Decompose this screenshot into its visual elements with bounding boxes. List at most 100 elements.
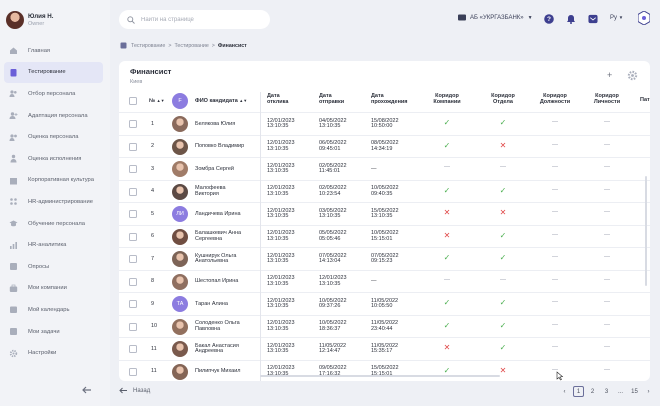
candidate-name[interactable]: Ландичева Ирина [195,211,257,218]
table-row[interactable]: 9 ТА Таран Алина 12/01/2023 13:10:35 10/05/2… [119,292,650,315]
row-checkbox[interactable] [129,255,137,263]
page-button[interactable]: 2 [587,386,598,397]
sidebar-item[interactable]: Настройки [4,342,103,364]
column-divider [260,92,261,381]
row-checkbox[interactable] [129,165,137,173]
date-sent: 12/01/2023 13:10:35 [319,275,347,287]
bell-icon[interactable] [566,14,576,24]
dash-icon: — [552,299,558,305]
candidate-name[interactable]: Белякова Юлия [195,121,257,128]
company-selector[interactable]: АБ «УКРГАЗБАНК» ▼ [458,14,533,21]
candidate-name[interactable]: Шестопал Ирина [195,278,257,285]
candidate-name[interactable]: Малофеева Виктория [195,185,257,198]
help-icon[interactable]: ? [544,14,554,24]
page-button[interactable]: 15 [629,386,640,397]
candidate-name[interactable]: Таран Алина [195,301,257,308]
row-checkbox[interactable] [129,120,137,128]
search-icon [127,15,135,24]
prev-page-icon[interactable]: ‹ [559,386,570,397]
page-title: Финансист [130,67,172,76]
breadcrumb-item[interactable]: Тестирование [174,43,208,49]
vertical-scrollbar[interactable] [645,176,647,286]
back-button[interactable]: Назад [119,387,150,394]
table-row[interactable]: 6 Балашкевич Анна Сергеевна 12/01/2023 13:… [119,224,650,248]
sidebar-item[interactable]: Главная [4,40,103,62]
sidebar-item-label: Мои компании [28,285,67,292]
candidate-name[interactable]: Балашкевич Анна Сергеевна [195,230,257,243]
table-row[interactable]: 2 Поповко Владимир 12/01/2023 13:10:35 06/0… [119,134,650,158]
row-checkbox[interactable] [129,367,137,376]
select-all-checkbox[interactable] [129,97,137,105]
candidate-name[interactable]: Поповко Владимир [195,143,257,150]
table-row[interactable]: 1 Белякова Юлия 12/01/2023 13:10:35 04/05/2… [119,112,650,135]
sidebar-item-label: Оценка персонала [28,134,79,141]
dash-icon: — [604,231,610,238]
sidebar-item[interactable]: Обучение персонала [4,213,103,235]
row-checkbox[interactable] [129,142,137,151]
row-checkbox[interactable] [129,345,137,353]
sidebar-item[interactable]: Мой календарь [4,299,103,321]
page-button[interactable]: 3 [601,386,612,397]
header-num[interactable]: № ▲▼ [149,98,165,105]
sidebar-item[interactable]: Мои задачи [4,321,103,343]
header-name[interactable]: ФИО кандидата ▲▼ [195,98,247,105]
sidebar-item[interactable]: Мои компании [4,278,103,300]
sidebar-item[interactable]: HR-администрирование [4,191,103,213]
header-extra[interactable]: Пат [640,97,650,104]
table-row[interactable]: 8 Шестопал Ирина 12/01/2023 13:10:35 12/01/… [119,269,650,293]
sidebar-item[interactable]: HR-аналитика [4,234,103,256]
collapse-sidebar-icon[interactable] [82,386,92,396]
row-checkbox[interactable] [129,232,137,241]
add-button[interactable]: + [607,70,612,80]
gear-icon[interactable] [627,70,638,81]
sidebar-item-label: Оценка исполнения [28,155,82,162]
sidebar-item[interactable]: Корпоративная культура [4,170,103,192]
sidebar-item[interactable]: Оценка исполнения [4,148,103,170]
candidate-name[interactable]: Кушнирук Ольга Анатольевна [195,253,257,266]
header-corridor-personality[interactable]: Коридор Личности [587,93,627,105]
sidebar-item[interactable]: Адаптация персонала [4,105,103,127]
row-number: 10 [151,323,158,329]
header-corridor-company[interactable]: Коридор Компании [427,93,467,105]
row-checkbox[interactable] [129,322,137,331]
table-row[interactable]: 10 Солоденко Ольга Павловна 12/01/2023 13:… [119,314,650,338]
table-row[interactable]: 3 Зомбра Сергей 12/01/2023 13:10:35 02/05/2… [119,157,650,180]
table-row[interactable]: 11 Бакал Анастасия Андреевна 12/01/2023 13… [119,337,650,360]
candidate-name[interactable]: Зомбра Сергей [195,166,257,173]
sidebar-item[interactable]: Тестирование [4,61,103,84]
mail-icon[interactable] [588,14,598,24]
candidate-name[interactable]: Бакал Анастасия Андреевна [195,343,257,356]
row-checkbox[interactable] [129,210,137,218]
language-selector[interactable]: Ру ▼ [610,15,623,21]
search-box[interactable] [119,10,270,29]
header-date-sent[interactable]: Дата отправки [319,93,344,105]
sidebar-item[interactable]: Отбор персонала [4,83,103,105]
check-icon: ✓ [443,118,451,127]
user-profile[interactable]: Юлия Н. Owner [6,11,53,29]
user-role: Owner [28,21,45,27]
candidate-name[interactable]: Солоденко Ольга Павловна [195,320,257,333]
header-date-response[interactable]: Дата отклика [267,93,288,105]
header-date-passed[interactable]: Дата прохождения [371,93,407,105]
row-checkbox[interactable] [129,300,137,308]
horizontal-scrollbar[interactable] [260,375,500,377]
table-header: № ▲▼ F ФИО кандидата ▲▼ Дата отклика Дат… [119,92,650,112]
candidate-name[interactable]: Пилипчук Михаил [195,368,257,375]
row-checkbox[interactable] [129,277,137,286]
table-row[interactable]: 4 Малофеева Виктория 12/01/2023 13:10:35 02… [119,179,650,203]
table-row[interactable]: 7 Кушнирук Ольга Анатольевна 12/01/2023 13… [119,247,650,270]
calendar-icon [9,305,18,314]
search-input[interactable] [141,16,261,23]
sidebar-item[interactable]: Опросы [4,256,103,278]
header-corridor-department[interactable]: Коридор Отдела [483,93,523,105]
row-number: 1 [151,120,155,127]
dash-icon: — [604,366,610,373]
page-button[interactable]: 1 [573,386,584,397]
header-corridor-position[interactable]: Коридор Должности [533,93,577,105]
table-row[interactable]: 11 Пилипчук Михаил 12/01/2023 13:10:35 09/0… [119,359,650,382]
row-checkbox[interactable] [129,187,137,196]
table-row[interactable]: 5 ЛИ Ландичева Ирина 12/01/2023 13:10:35 03/… [119,202,650,225]
sidebar-item[interactable]: Оценка персонала [4,126,103,148]
next-page-icon[interactable]: › [643,386,654,397]
breadcrumb-item[interactable]: Тестирование [131,43,165,49]
